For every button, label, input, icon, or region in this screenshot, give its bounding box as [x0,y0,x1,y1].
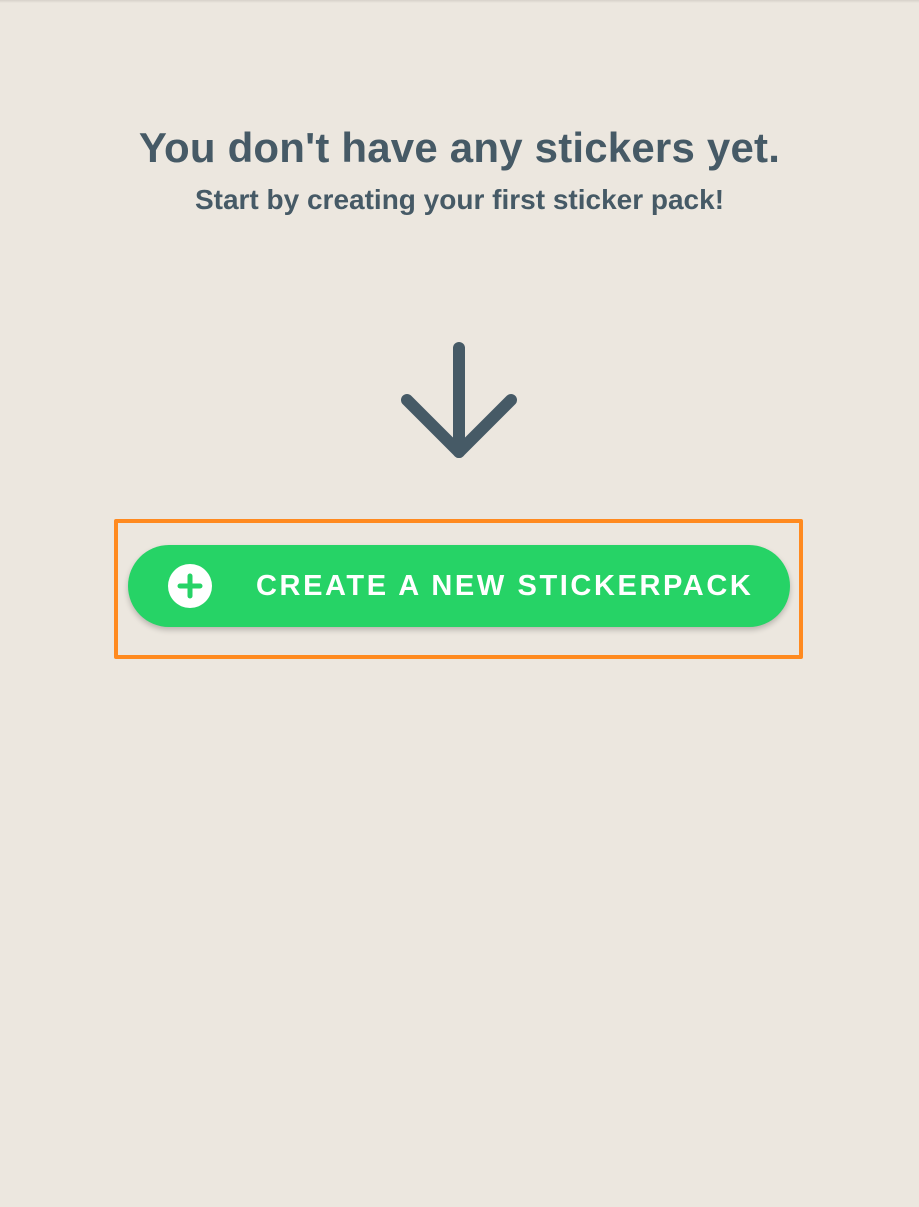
empty-state-subtitle: Start by creating your first sticker pac… [194,184,725,215]
create-button-label: CREATE A NEW STICKERPACK [256,570,754,602]
empty-state-title: You don't have any stickers yet. [138,124,781,171]
top-shadow [0,0,919,3]
create-sticker-pack-button[interactable]: CREATE A NEW STICKERPACK [128,545,790,627]
arrow-down-icon [401,342,517,458]
plus-circle-icon [168,564,212,608]
